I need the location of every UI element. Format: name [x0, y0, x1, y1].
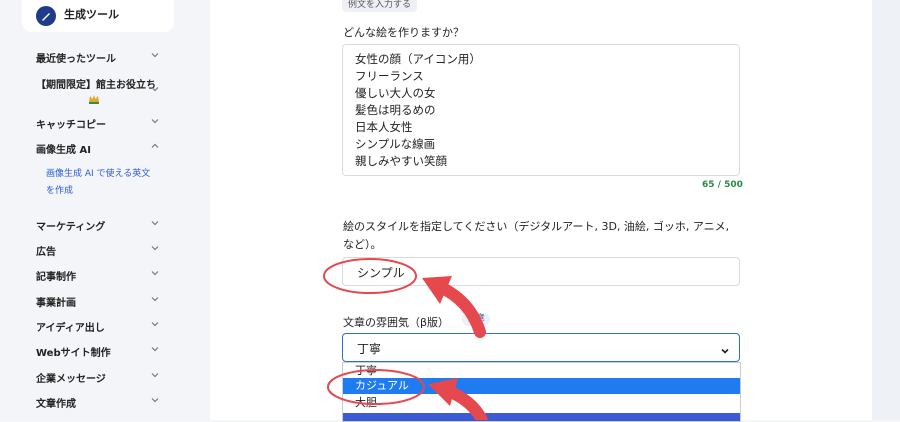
chevron-down-icon [719, 342, 731, 361]
sidebar-item-business-plan[interactable]: 事業計画 [36, 294, 166, 309]
sidebar-item-label: アイディア出し [36, 323, 105, 334]
optional-badge: 任意 [462, 313, 491, 326]
chevron-up-icon [150, 141, 160, 151]
mood-option-hover-highlight[interactable] [343, 413, 740, 421]
example-input-button[interactable]: 例文を入力する [342, 0, 418, 12]
mood-option-bold[interactable]: 大胆 [343, 395, 740, 411]
sidebar-item-label: 文章作成 [36, 399, 76, 410]
chevron-down-icon [150, 268, 160, 278]
tool-card[interactable]: 生成ツール [22, 0, 174, 32]
sidebar-item-ads[interactable]: 広告 [36, 243, 166, 258]
sidebar-item-recent[interactable]: 最近使ったツール [36, 50, 166, 65]
mood-select[interactable]: 丁寧 [342, 333, 740, 362]
sidebar-item-label: 事業計画 [36, 298, 76, 309]
question-label: どんな絵を作りますか？ [343, 26, 464, 39]
sidebar-item-label: マーケティング [36, 222, 106, 233]
textarea-line: 女性の顔（アイコン用） [355, 52, 481, 66]
sidebar-subitem-image-ai-english[interactable]: 画像生成 AI で使える英文 を作成 [46, 166, 166, 200]
sidebar-item-catchcopy[interactable]: キャッチコピー [36, 116, 166, 131]
chevron-down-icon [150, 344, 160, 354]
sidebar: 生成ツール 最近使ったツール 【期間限定】館主お役立ち キャッチコピー 画像生成… [0, 0, 210, 420]
crown-icon [88, 90, 100, 104]
sidebar-item-writing[interactable]: 文章作成 [36, 395, 166, 410]
mood-label: 文章の雰囲気（β版） [343, 316, 450, 329]
description-textarea[interactable]: 女性の顔（アイコン用） フリーランス 優しい大人の女 髪色は明るめの 日本人女性… [342, 44, 740, 176]
chevron-down-icon [150, 218, 160, 228]
chevron-down-icon [150, 243, 160, 253]
textarea-line: 日本人女性 [355, 120, 413, 134]
style-label: 絵のスタイルを指定してください（デジタルアート, 3D, 油絵, ゴッホ, アニ… [343, 220, 730, 251]
mood-option-polite[interactable]: 丁寧 [343, 363, 740, 379]
mood-option-casual[interactable]: カジュアル [343, 378, 740, 394]
sidebar-item-ideas[interactable]: アイディア出し [36, 319, 166, 334]
chevron-down-icon [150, 319, 160, 329]
textarea-line: 親しみやすい笑顔 [355, 154, 447, 168]
sidebar-item-label: 企業メッセージ [36, 374, 106, 385]
chevron-down-icon [150, 50, 160, 60]
style-input-value: シンプル [357, 266, 405, 280]
chevron-down-icon [150, 370, 160, 380]
sidebar-item-label: 最近使ったツール [36, 54, 116, 65]
sidebar-item-label: Webサイト制作 [36, 348, 111, 359]
sidebar-item-image-ai[interactable]: 画像生成 AI [36, 141, 166, 156]
chevron-down-icon [150, 395, 160, 405]
sidebar-item-label: 画像生成 AI [36, 145, 91, 156]
textarea-line: 髪色は明るめの [355, 103, 436, 117]
sidebar-item-marketing[interactable]: マーケティング [36, 218, 166, 233]
character-counter: 65 / 500 [702, 180, 743, 190]
sidebar-item-company-message[interactable]: 企業メッセージ [36, 370, 166, 385]
sidebar-item-website[interactable]: Webサイト制作 [36, 344, 166, 359]
chevron-down-icon [150, 294, 160, 304]
chevron-down-icon [150, 84, 160, 94]
chevron-down-icon [150, 116, 160, 126]
textarea-line: 優しい大人の女 [355, 86, 436, 100]
sidebar-subitem-label: を作成 [46, 186, 74, 196]
right-gutter [872, 0, 900, 420]
mood-select-value: 丁寧 [357, 342, 382, 356]
mood-dropdown-list: 丁寧 カジュアル 大胆 [342, 362, 741, 422]
style-input[interactable]: シンプル [342, 257, 740, 286]
textarea-line: フリーランス [355, 69, 424, 83]
sidebar-item-label: 記事制作 [36, 272, 76, 283]
sidebar-item-limited[interactable]: 【期間限定】館主お役立ち [36, 76, 166, 94]
tool-name: 生成ツール [64, 8, 119, 21]
sidebar-subitem-label: 画像生成 AI で使える英文 [46, 169, 151, 179]
sidebar-item-articles[interactable]: 記事制作 [36, 268, 166, 283]
sidebar-item-label: キャッチコピー [36, 120, 106, 131]
pen-logo-icon [36, 6, 56, 26]
textarea-line: シンプルな線画 [355, 137, 436, 151]
sidebar-item-label: 広告 [36, 247, 56, 258]
